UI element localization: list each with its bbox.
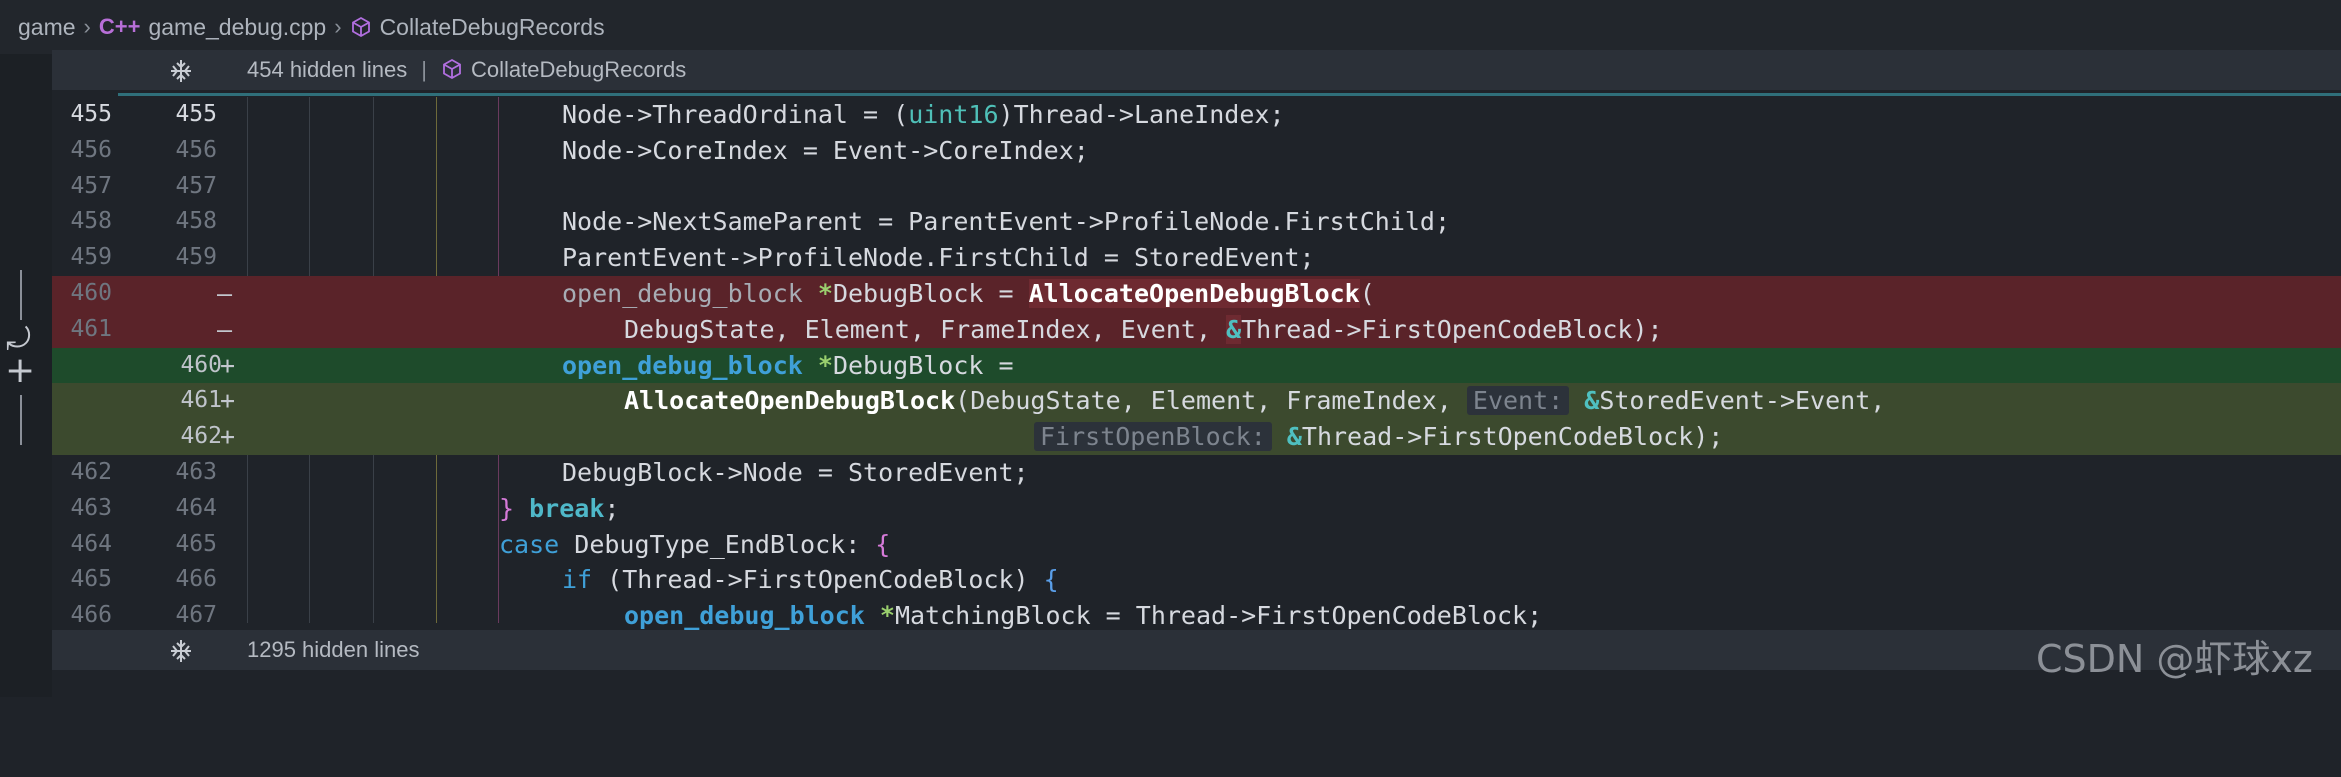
deleted-line[interactable]: 461 — DebugState, Element, FrameIndex, E… xyxy=(52,311,2341,348)
new-line-number: 467 xyxy=(175,602,217,629)
code-text: open_debug_block *MatchingBlock = Thread… xyxy=(624,601,1543,631)
watermark: CSDN @虾球xz xyxy=(2036,637,2313,681)
new-line-number: 460 xyxy=(180,351,222,378)
stage-change-icon[interactable]: + xyxy=(5,350,35,391)
new-line-number: 466 xyxy=(175,566,217,593)
code-text: open_debug_block *DebugBlock = AllocateO… xyxy=(562,278,1375,308)
code-line[interactable]: 462 463 DebugBlock->Node = StoredEvent; xyxy=(52,455,2341,491)
code-text: if (Thread->FirstOpenCodeBlock) { xyxy=(562,565,1059,595)
old-line-number: 459 xyxy=(70,244,112,271)
deleted-marker: — xyxy=(217,314,233,344)
old-line-number: 458 xyxy=(70,208,112,235)
code-line[interactable]: 466 467 open_debug_block *MatchingBlock … xyxy=(52,598,2341,634)
new-line-number: 455 xyxy=(175,101,217,127)
code-text: Node->NextSameParent = ParentEvent->Prof… xyxy=(562,207,1451,237)
old-line-number: 463 xyxy=(70,494,112,521)
hidden-lines-count: 1295 hidden lines xyxy=(247,637,420,662)
chevron-right-icon: › xyxy=(83,14,91,39)
symbol-cube-icon xyxy=(443,58,461,80)
unfold-icon[interactable] xyxy=(168,638,194,664)
new-line-number: 458 xyxy=(175,208,217,235)
chevron-right-icon: › xyxy=(334,14,342,39)
old-line-number: 462 xyxy=(70,458,112,485)
added-marker: + xyxy=(220,386,236,416)
new-line-number: 457 xyxy=(175,172,217,199)
unfold-icon[interactable] xyxy=(168,58,194,84)
hidden-lines-count: 454 hidden lines xyxy=(247,57,408,82)
added-line[interactable]: 462 + FirstOpenBlock: &Thread->FirstOpen… xyxy=(52,419,2341,455)
change-controls: ⤾ + xyxy=(0,270,40,450)
code-line[interactable]: 465 466 if (Thread->FirstOpenCodeBlock) … xyxy=(52,562,2341,598)
hidden-lines-bar-top[interactable]: 454 hidden lines | CollateDebugRecords xyxy=(52,50,2341,90)
fold-separator: | xyxy=(421,57,427,82)
new-line-number: 456 xyxy=(175,136,217,163)
code-line[interactable]: 456 456 Node->CoreIndex = Event->CoreInd… xyxy=(52,133,2341,169)
hidden-lines-bar-bottom[interactable]: 1295 hidden lines xyxy=(52,630,2341,670)
fold-symbol: CollateDebugRecords xyxy=(470,57,687,82)
new-line-number: 465 xyxy=(175,530,217,557)
change-bar xyxy=(20,270,22,320)
old-line-number: 465 xyxy=(70,566,112,593)
breadcrumb-file[interactable]: game_debug.cpp xyxy=(148,14,326,41)
deleted-line[interactable]: 460 — open_debug_block *DebugBlock = All… xyxy=(52,275,2341,312)
deleted-marker: — xyxy=(217,278,233,308)
code-line[interactable]: 455 455 Node->ThreadOrdinal = (uint16)Th… xyxy=(52,97,2341,133)
old-line-number: 455 xyxy=(70,101,112,127)
new-line-number: 461 xyxy=(180,387,222,414)
old-line-number: 460 xyxy=(70,279,112,306)
breadcrumb-symbol[interactable]: CollateDebugRecords xyxy=(380,14,605,41)
code-line[interactable]: 458 458 Node->NextSameParent = ParentEve… xyxy=(52,204,2341,240)
new-line-number: 464 xyxy=(175,494,217,521)
symbol-cube-icon xyxy=(351,16,370,38)
code-text: AllocateOpenDebugBlock(DebugState, Eleme… xyxy=(624,386,1886,416)
old-line-number: 464 xyxy=(70,530,112,557)
added-line[interactable]: 461 + AllocateOpenDebugBlock(DebugState,… xyxy=(52,383,2341,420)
code-text: } break; xyxy=(499,493,620,523)
code-text: case DebugType_EndBlock: { xyxy=(499,529,891,559)
code-text: ParentEvent->ProfileNode.FirstChild = St… xyxy=(562,243,1315,273)
new-line-number: 462 xyxy=(180,423,222,450)
code-text: FirstOpenBlock: &Thread->FirstOpenCodeBl… xyxy=(1034,419,1723,455)
old-line-number: 456 xyxy=(70,136,112,163)
code-text: open_debug_block *DebugBlock = xyxy=(562,350,1014,380)
old-line-number: 466 xyxy=(70,602,112,629)
code-text: Node->ThreadOrdinal = (uint16)Thread->La… xyxy=(562,100,1285,129)
diff-editor[interactable]: 455 455 Node->ThreadOrdinal = (uint16)Th… xyxy=(52,97,2341,634)
cpp-file-icon: C++ xyxy=(98,14,141,39)
breadcrumb: game › C++ game_debug.cpp › CollateDebug… xyxy=(0,0,2341,54)
breadcrumb-folder[interactable]: game xyxy=(18,14,76,41)
code-line[interactable]: 459 459 ParentEvent->ProfileNode.FirstCh… xyxy=(52,240,2341,276)
code-text: DebugBlock->Node = StoredEvent; xyxy=(562,457,1029,487)
old-line-number: 461 xyxy=(70,315,112,342)
old-line-number: 457 xyxy=(70,172,112,199)
code-text: DebugState, Element, FrameIndex, Event, … xyxy=(624,314,1663,344)
code-line[interactable]: 464 465 case DebugType_EndBlock: { xyxy=(52,527,2341,563)
code-line[interactable]: 463 464 } break; xyxy=(52,491,2341,527)
added-marker: + xyxy=(220,350,236,380)
inlay-hint: FirstOpenBlock: xyxy=(1034,422,1272,452)
change-bar xyxy=(20,395,22,445)
fold-underline xyxy=(118,93,2341,96)
new-line-number: 459 xyxy=(175,244,217,271)
added-line[interactable]: 460 + open_debug_block *DebugBlock = xyxy=(52,347,2341,384)
inlay-hint: Event: xyxy=(1466,386,1570,416)
added-marker: + xyxy=(220,422,236,452)
code-text: Node->CoreIndex = Event->CoreIndex; xyxy=(562,135,1089,165)
new-line-number: 463 xyxy=(175,458,217,485)
code-line[interactable]: 457 457 xyxy=(52,169,2341,205)
